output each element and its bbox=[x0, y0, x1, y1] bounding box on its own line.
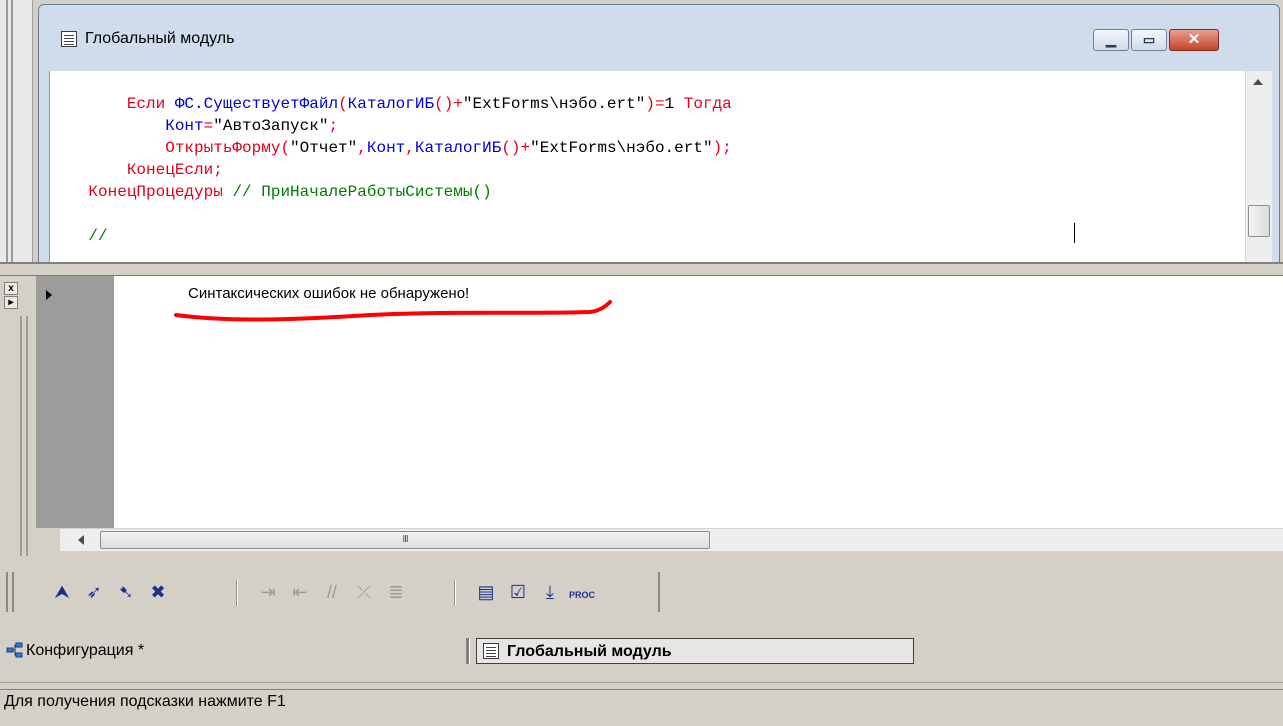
syntax-check-button[interactable]: ▤ bbox=[472, 578, 500, 606]
close-button[interactable]: ✕ bbox=[1169, 29, 1219, 51]
message-horizontal-scrollbar[interactable]: III bbox=[60, 528, 1283, 551]
syntax-check-icon: ▤ bbox=[477, 582, 495, 602]
indent-button[interactable]: ⇥ bbox=[254, 578, 282, 606]
compile-icon: ☑ bbox=[509, 582, 527, 602]
indent-icon: ⇥ bbox=[260, 582, 276, 602]
tab-label: Глобальный модуль bbox=[507, 643, 672, 660]
module-window: Глобальный модуль ▁ ▭ ✕ Если ФС.Существу… bbox=[38, 4, 1280, 264]
scroll-left-icon[interactable] bbox=[78, 535, 84, 545]
code-line[interactable]: КонецЕсли; bbox=[50, 159, 732, 181]
toolbar-separator bbox=[236, 580, 237, 606]
module-window-title: Глобальный модуль bbox=[85, 30, 235, 47]
text-cursor bbox=[1074, 223, 1075, 243]
code-line[interactable]: // bbox=[50, 225, 732, 247]
goto-line-icon: ⤓ bbox=[546, 582, 554, 602]
scroll-grip: III bbox=[402, 534, 408, 545]
pin-icon: ▸ bbox=[8, 297, 14, 308]
close-icon: ✕ bbox=[1187, 31, 1201, 48]
code-line[interactable]: Если ФС.СуществуетФайл(КаталогИБ()+"ExtF… bbox=[50, 93, 732, 115]
scroll-thumb[interactable] bbox=[1248, 205, 1270, 237]
status-bar: Для получения подсказки нажмите F1 bbox=[0, 682, 1283, 726]
bookmark-next-icon: ➶ bbox=[86, 582, 102, 602]
window-tabs-bar: Конфигурация * Глобальный модуль bbox=[0, 632, 1283, 672]
maximize-button[interactable]: ▭ bbox=[1131, 29, 1167, 51]
text-editor-toolbar: ⮝ ➶ ➷ ✖ ⇥ ⇤ // ⤫ ≣ ▤ ☑ ⤓ PROC bbox=[0, 568, 1283, 618]
toolbar-grip[interactable] bbox=[6, 572, 8, 612]
tab-configuration[interactable]: Конфигурация * bbox=[2, 638, 464, 664]
uncomment-icon: ⤫ bbox=[356, 582, 372, 602]
bookmark-toggle-button[interactable]: ⮝ bbox=[48, 578, 76, 606]
bookmark-toggle-icon: ⮝ bbox=[54, 582, 70, 602]
tab-global-module[interactable]: Глобальный модуль bbox=[476, 638, 914, 664]
goto-line-button[interactable]: ⤓ bbox=[536, 578, 564, 606]
outdent-icon: ⇤ bbox=[292, 582, 308, 602]
comment-button[interactable]: // bbox=[318, 578, 346, 606]
bookmark-prev-icon: ➷ bbox=[118, 582, 134, 602]
message-margin bbox=[36, 276, 114, 528]
code-line[interactable]: ОткрытьФорму("Отчет",Конт,КаталогИБ()+"E… bbox=[50, 137, 732, 159]
tab-label: Конфигурация * bbox=[26, 642, 145, 659]
minimize-button[interactable]: ▁ bbox=[1093, 29, 1129, 51]
bookmark-prev-button[interactable]: ➷ bbox=[112, 578, 140, 606]
code-line[interactable]: Конт="АвтоЗапуск"; bbox=[50, 115, 732, 137]
current-message-arrow-icon bbox=[46, 290, 52, 300]
minimize-icon: ▁ bbox=[1106, 32, 1116, 47]
pane-splitter[interactable] bbox=[0, 262, 1283, 276]
message-pane-gutter: x ▸ bbox=[0, 276, 34, 556]
editor-vertical-scrollbar[interactable] bbox=[1245, 71, 1272, 263]
comment-icon: // bbox=[326, 582, 337, 602]
procedures-button[interactable]: PROC bbox=[568, 578, 596, 606]
close-icon: x bbox=[8, 283, 14, 294]
bookmark-clear-icon: ✖ bbox=[150, 582, 166, 602]
format-button[interactable]: ≣ bbox=[382, 578, 410, 606]
message-pin-button[interactable]: ▸ bbox=[4, 296, 18, 309]
compile-button[interactable]: ☑ bbox=[504, 578, 532, 606]
message-close-button[interactable]: x bbox=[4, 282, 18, 295]
module-icon bbox=[483, 643, 499, 659]
red-underline-annotation bbox=[174, 300, 612, 322]
code-editor[interactable]: Если ФС.СуществуетФайл(КаталогИБ()+"ExtF… bbox=[49, 71, 1246, 263]
toolbar-separator bbox=[454, 580, 455, 606]
status-text: Для получения подсказки нажмите F1 bbox=[4, 693, 286, 710]
module-icon bbox=[61, 31, 77, 47]
scroll-up-icon[interactable] bbox=[1253, 79, 1263, 85]
code-line[interactable]: КонецПроцедуры // ПриНачалеРаботыСистемы… bbox=[50, 181, 732, 203]
code-text[interactable]: Если ФС.СуществуетФайл(КаталогИБ()+"ExtF… bbox=[50, 93, 732, 247]
mdi-frame-border bbox=[0, 0, 33, 262]
uncomment-button[interactable]: ⤫ bbox=[350, 578, 378, 606]
bookmark-next-button[interactable]: ➶ bbox=[80, 578, 108, 606]
outdent-button[interactable]: ⇤ bbox=[286, 578, 314, 606]
bookmark-clear-button[interactable]: ✖ bbox=[144, 578, 172, 606]
configuration-tree-icon bbox=[6, 642, 23, 658]
procedures-icon: PROC bbox=[568, 590, 595, 600]
code-line[interactable] bbox=[50, 203, 732, 225]
maximize-icon: ▭ bbox=[1142, 32, 1156, 47]
format-icon: ≣ bbox=[388, 582, 404, 602]
module-window-titlebar[interactable]: Глобальный модуль ▁ ▭ ✕ bbox=[39, 5, 1279, 71]
scroll-thumb[interactable]: III bbox=[100, 531, 710, 549]
